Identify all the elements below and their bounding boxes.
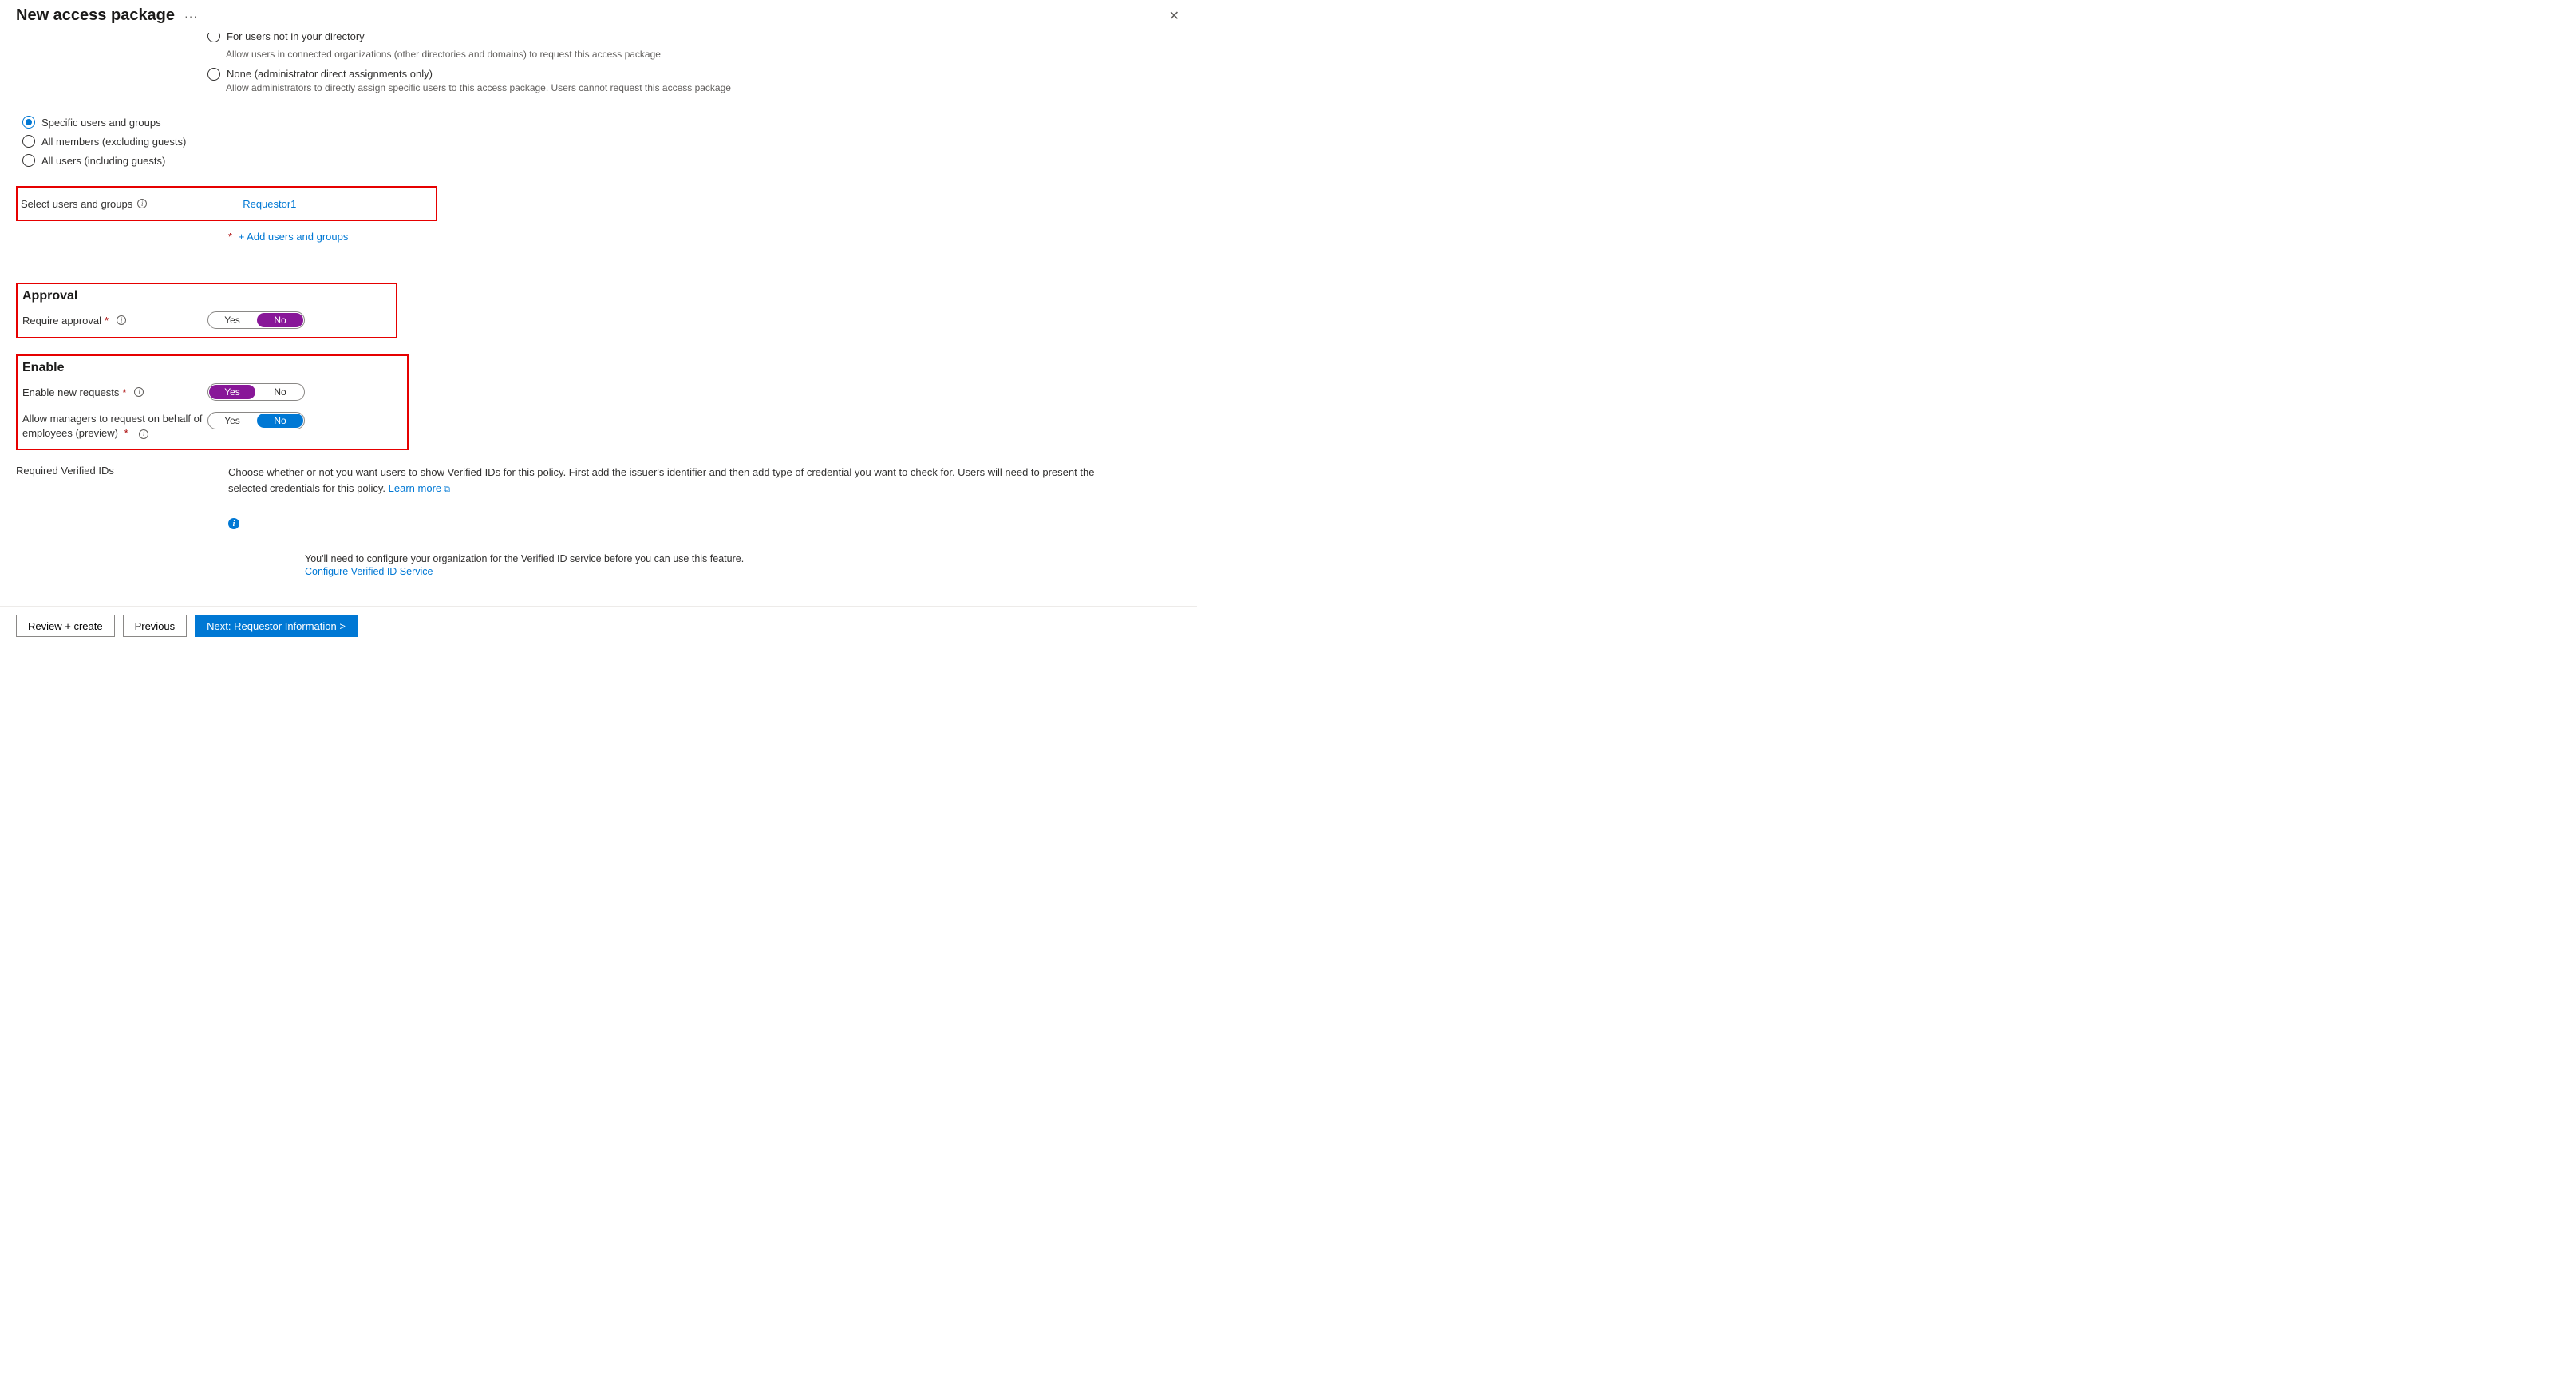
more-actions-icon[interactable]: ··· — [184, 10, 198, 22]
required-indicator: * — [122, 386, 126, 398]
next-button[interactable]: Next: Requestor Information > — [195, 615, 358, 637]
radio-label-none: None (administrator direct assignments o… — [227, 68, 433, 80]
radio-not-in-directory[interactable] — [207, 33, 220, 42]
radio-row-all-users[interactable]: All users (including guests) — [22, 154, 1181, 167]
required-indicator: * — [105, 315, 109, 326]
radio-all-members[interactable] — [22, 135, 35, 148]
radio-row-none[interactable]: None (administrator direct assignments o… — [207, 68, 1181, 81]
toggle-no[interactable]: No — [256, 384, 304, 400]
add-users-link[interactable]: + Add users and groups — [239, 231, 349, 243]
add-users-row: * + Add users and groups — [228, 231, 1181, 243]
verified-ids-description: Choose whether or not you want users to … — [228, 465, 1106, 496]
info-icon[interactable]: i — [137, 199, 147, 208]
radio-label-not-in-directory: For users not in your directory — [227, 33, 365, 42]
highlight-enable: Enable Enable new requests * i Yes No Al… — [16, 354, 409, 450]
close-button[interactable]: ✕ — [1169, 8, 1179, 24]
learn-more-link[interactable]: Learn more⧉ — [389, 482, 450, 494]
verified-ids-label: Required Verified IDs — [16, 465, 228, 477]
highlight-select-users: Select users and groups i Requestor1 — [16, 186, 437, 221]
radio-label-all-members: All members (excluding guests) — [41, 136, 186, 148]
radio-label-specific: Specific users and groups — [41, 117, 161, 129]
toggle-yes[interactable]: Yes — [208, 312, 256, 328]
toggle-yes[interactable]: Yes — [208, 384, 256, 400]
desc-not-in-directory: Allow users in connected organizations (… — [226, 49, 1181, 60]
allow-managers-toggle[interactable]: Yes No — [207, 412, 305, 429]
approval-heading: Approval — [22, 289, 391, 303]
footer-actions: Review + create Previous Next: Requestor… — [16, 615, 358, 637]
enable-new-requests-toggle[interactable]: Yes No — [207, 383, 305, 401]
allow-managers-label: Allow managers to request on behalf of e… — [22, 412, 207, 441]
radio-row-all-members[interactable]: All members (excluding guests) — [22, 135, 1181, 148]
plus-icon: ＋ — [235, 609, 247, 610]
review-create-button[interactable]: Review + create — [16, 615, 115, 637]
selected-user-link[interactable]: Requestor1 — [243, 198, 296, 210]
desc-none: Allow administrators to directly assign … — [226, 82, 1181, 93]
required-indicator: * — [124, 427, 128, 439]
radio-label-all-users: All users (including guests) — [41, 155, 165, 167]
page-title: New access package — [16, 6, 175, 25]
toggle-no[interactable]: No — [256, 312, 304, 328]
info-icon[interactable]: i — [117, 315, 126, 325]
info-circle-icon[interactable]: i — [228, 518, 239, 529]
previous-button[interactable]: Previous — [123, 615, 188, 637]
require-approval-toggle[interactable]: Yes No — [207, 311, 305, 329]
external-link-icon: ⧉ — [444, 485, 450, 494]
verified-ids-section: Required Verified IDs Choose whether or … — [16, 465, 1181, 610]
configure-verified-id-link[interactable]: Configure Verified ID Service — [305, 566, 433, 577]
radio-none[interactable] — [207, 68, 220, 81]
configure-message: You'll need to configure your organizati… — [305, 553, 1181, 577]
footer-divider — [0, 606, 1197, 607]
enable-heading: Enable — [22, 361, 402, 375]
require-approval-label: Require approval * i — [22, 315, 207, 326]
radio-specific-users[interactable] — [22, 116, 35, 129]
select-users-label: Select users and groups — [21, 198, 132, 210]
toggle-yes[interactable]: Yes — [208, 413, 256, 429]
main-content: For users not in your directory Allow us… — [0, 33, 1197, 610]
radio-all-users[interactable] — [22, 154, 35, 167]
required-indicator: * — [228, 231, 232, 243]
info-icon[interactable]: i — [139, 429, 148, 439]
info-icon[interactable]: i — [134, 387, 144, 397]
radio-row-specific[interactable]: Specific users and groups — [22, 116, 1181, 129]
highlight-approval: Approval Require approval * i Yes No — [16, 283, 397, 338]
add-issuer-button: ＋ Add issuer — [235, 609, 1181, 610]
toggle-no[interactable]: No — [256, 413, 304, 429]
enable-new-requests-label: Enable new requests * i — [22, 386, 207, 398]
page-header: New access package ··· ✕ — [0, 0, 1197, 33]
